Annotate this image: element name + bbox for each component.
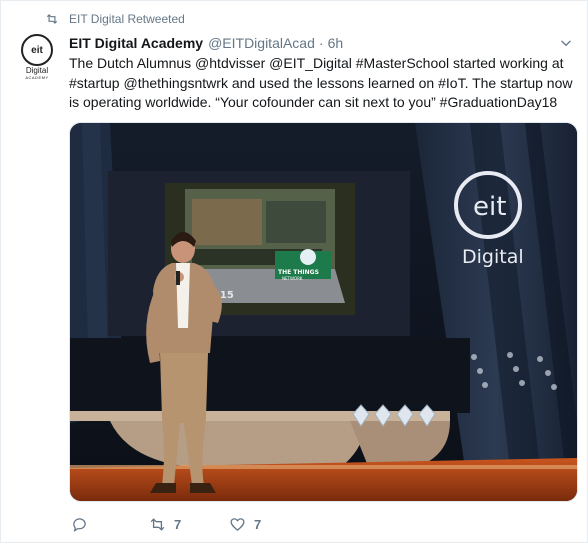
- retweet-context[interactable]: EIT Digital Retweeted: [45, 12, 185, 26]
- reply-icon: [73, 517, 86, 532]
- separator-dot: ·: [318, 35, 324, 51]
- author-name[interactable]: EIT Digital Academy: [69, 35, 203, 51]
- tweet-timestamp[interactable]: 6h: [328, 35, 344, 51]
- retweet-count: 7: [174, 516, 182, 532]
- like-action[interactable]: 7: [229, 515, 309, 533]
- banner-digital-text: Digital: [462, 246, 524, 268]
- tweet-actions: 7 7: [71, 515, 309, 533]
- chevron-down-icon[interactable]: [559, 36, 573, 50]
- tweet-card[interactable]: EIT Digital Retweeted eit Digital ACADEM…: [0, 0, 588, 543]
- stage-photo: eit Digital THE THINGS NETWORK 2015: [70, 123, 577, 501]
- heart-icon: [230, 517, 245, 531]
- retweet-action[interactable]: 7: [149, 515, 229, 533]
- author-handle[interactable]: @EITDigitalAcad: [208, 35, 315, 51]
- tweet-text: The Dutch Alumnus @htdvisser @EIT_Digita…: [69, 55, 573, 110]
- screen-title-text: THE THINGS: [278, 269, 319, 276]
- tweet-photo[interactable]: eit Digital THE THINGS NETWORK 2015: [69, 122, 578, 502]
- avatar-logo: eit: [21, 34, 53, 66]
- avatar-line1: Digital: [25, 66, 49, 75]
- reply-action[interactable]: [71, 515, 149, 533]
- retweet-icon: [150, 517, 165, 531]
- tweet-header: EIT Digital Academy @EITDigitalAcad · 6h: [69, 35, 343, 51]
- banner-logo-text: eit: [473, 192, 506, 222]
- avatar[interactable]: eit Digital ACADEMY: [17, 34, 57, 82]
- like-count: 7: [254, 516, 262, 532]
- avatar-line2: ACADEMY: [25, 75, 49, 80]
- retweet-label: EIT Digital Retweeted: [69, 12, 185, 26]
- screen-subtitle-text: NETWORK: [282, 276, 303, 281]
- retweet-icon: [46, 14, 58, 24]
